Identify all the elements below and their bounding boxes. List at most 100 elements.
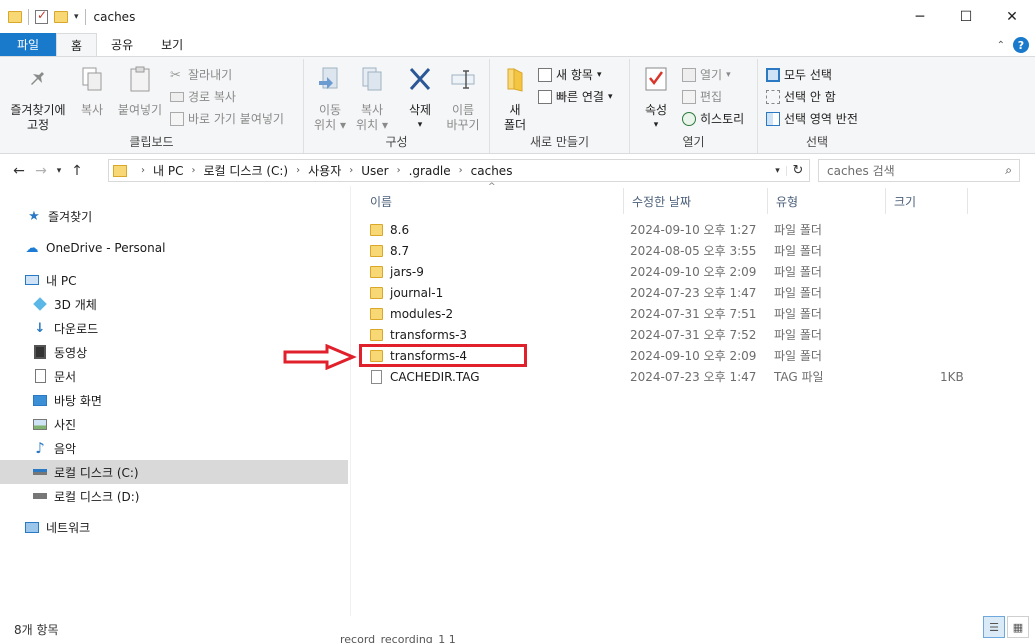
file-row[interactable]: modules-2 2024-07-31 오후 7:51 파일 폴더 [362, 303, 982, 324]
file-row[interactable]: 8.7 2024-08-05 오후 3:55 파일 폴더 [362, 240, 982, 261]
pane-splitter[interactable] [350, 186, 351, 616]
chevron-right-icon[interactable]: › [397, 165, 401, 176]
column-name[interactable]: 이름 [362, 188, 624, 214]
pin-to-quick-access-button[interactable]: 즐겨찾기에 고정 [6, 65, 70, 133]
chevron-right-icon[interactable]: › [459, 165, 463, 176]
quick-access-toolbar: ▾ [0, 8, 86, 25]
nav-item-network[interactable]: 네트워크 [0, 515, 348, 539]
nav-item-pictures[interactable]: 사진 [0, 412, 348, 436]
tab-view[interactable]: 보기 [147, 33, 197, 56]
delete-dropdown-icon[interactable]: ▾ [400, 118, 440, 133]
tab-share[interactable]: 공유 [97, 33, 147, 56]
refresh-icon[interactable]: ↻ [787, 163, 809, 178]
file-date-cell: 2024-07-23 오후 1:47 [630, 286, 757, 300]
select-all-button[interactable]: 모두 선택 [766, 66, 832, 83]
help-icon[interactable]: ? [1013, 37, 1029, 53]
minimize-button[interactable]: ─ [897, 0, 943, 33]
chevron-right-icon[interactable]: › [349, 165, 353, 176]
column-size[interactable]: 크기 [886, 188, 968, 214]
nav-item-desktop[interactable]: 바탕 화면 [0, 388, 348, 412]
paste-shortcut-button[interactable]: 바로 가기 붙여넣기 [170, 110, 284, 127]
file-row[interactable]: transforms-3 2024-07-31 오후 7:52 파일 폴더 [362, 324, 982, 345]
open-icon [682, 67, 696, 82]
file-row[interactable]: CACHEDIR.TAG 2024-07-23 오후 1:47 TAG 파일 1… [362, 366, 982, 387]
file-row[interactable]: journal-1 2024-07-23 오후 1:47 파일 폴더 [362, 282, 982, 303]
easy-access-button[interactable]: 빠른 연결 ▾ [538, 88, 613, 105]
chevron-right-icon[interactable]: › [296, 165, 300, 176]
document-icon [32, 369, 48, 383]
organize-group-label: 구성 [385, 135, 408, 149]
copy-to-label-2: 위치 ▾ [356, 118, 388, 132]
move-to-button[interactable]: 이동 위치 ▾ [310, 65, 350, 133]
select-none-button[interactable]: 선택 안 함 [766, 88, 836, 105]
desktop-icon [32, 393, 48, 407]
column-date-modified[interactable]: 수정한 날짜 [624, 188, 768, 214]
back-button[interactable]: ← [8, 163, 30, 179]
properties-button[interactable]: 속성 ▾ [636, 65, 676, 133]
search-placeholder: caches 검색 [827, 164, 895, 178]
edit-button[interactable]: 편집 [682, 88, 722, 105]
column-type[interactable]: 유형 [768, 188, 886, 214]
copy-button[interactable]: 복사 [74, 65, 110, 118]
edit-label: 편집 [700, 90, 723, 104]
nav-item-music[interactable]: ♪ 음악 [0, 436, 348, 460]
file-type-cell: 파일 폴더 [774, 244, 822, 258]
breadcrumb-gradle[interactable]: .gradle [409, 164, 451, 178]
organize-group: 이동 위치 ▾ 복사 위치 ▾ 삭제 ▾ 이름 바꾸기 구성 [304, 59, 490, 153]
properties-dropdown-icon[interactable]: ▾ [636, 118, 676, 133]
breadcrumb-my-pc[interactable]: 내 PC [153, 162, 183, 179]
breadcrumb-caches[interactable]: caches [471, 164, 513, 178]
expand-ribbon-icon[interactable]: ⌃ [997, 40, 1005, 51]
file-type-cell: 파일 폴더 [774, 307, 822, 321]
maximize-button[interactable]: ☐ [943, 0, 989, 33]
new-folder-button[interactable]: 새 폴더 [498, 65, 532, 133]
nav-item-local-disk-d[interactable]: 로컬 디스크 (D:) [0, 484, 348, 508]
file-row[interactable]: 8.6 2024-09-10 오후 1:27 파일 폴더 [362, 219, 982, 240]
music-icon: ♪ [35, 439, 45, 457]
nav-item-quick-access[interactable]: ★ 즐겨찾기 [0, 204, 348, 228]
new-item-button[interactable]: 새 항목 ▾ [538, 66, 601, 83]
nav-item-3d-objects[interactable]: 3D 개체 [0, 292, 348, 316]
new-folder-icon[interactable] [54, 10, 68, 23]
pin-label-1: 즐겨찾기에 [10, 103, 66, 117]
file-row[interactable]: jars-9 2024-09-10 오후 2:09 파일 폴더 [362, 261, 982, 282]
nav-item-onedrive[interactable]: ☁ OneDrive - Personal [0, 236, 348, 260]
invert-selection-button[interactable]: 선택 영역 반전 [766, 110, 858, 127]
chevron-right-icon: › [141, 165, 145, 176]
recent-locations-icon[interactable]: ▾ [52, 166, 66, 176]
copy-to-button[interactable]: 복사 위치 ▾ [352, 65, 392, 133]
large-icons-view-button[interactable]: ▦ [1007, 616, 1029, 638]
properties-icon[interactable] [35, 8, 48, 24]
nav-item-label: 바탕 화면 [54, 393, 102, 408]
customize-qat-icon[interactable]: ▾ [74, 12, 79, 22]
breadcrumb-user[interactable]: User [361, 164, 388, 178]
paste-button[interactable]: 붙여넣기 [114, 65, 166, 118]
tab-home[interactable]: 홈 [56, 33, 98, 56]
file-date-cell: 2024-07-31 오후 7:52 [630, 328, 757, 342]
nav-item-downloads[interactable]: ↓ 다운로드 [0, 316, 348, 340]
up-button[interactable]: ↑ [66, 163, 88, 179]
breadcrumb-users[interactable]: 사용자 [308, 162, 341, 179]
tab-file[interactable]: 파일 [0, 33, 56, 56]
delete-label: 삭제 [408, 103, 432, 117]
cut-button[interactable]: ✂ 잘라내기 [170, 66, 232, 83]
select-all-icon [766, 67, 780, 82]
chevron-down-icon: ▾ [726, 69, 731, 80]
details-view-button[interactable]: ☰ [983, 616, 1005, 638]
nav-item-local-disk-c[interactable]: 로컬 디스크 (C:) [0, 460, 348, 484]
address-history-dropdown[interactable]: ▾ [769, 165, 787, 176]
address-bar[interactable]: › 내 PC › 로컬 디스크 (C:) › 사용자 › User › .gra… [108, 159, 810, 182]
breadcrumb-local-disk-c[interactable]: 로컬 디스크 (C:) [203, 162, 288, 179]
paste-shortcut-label: 바로 가기 붙여넣기 [188, 112, 284, 126]
delete-button[interactable]: 삭제 ▾ [400, 65, 440, 133]
chevron-right-icon[interactable]: › [191, 165, 195, 176]
search-box[interactable]: caches 검색 ⌕ [818, 159, 1020, 182]
copy-path-button[interactable]: 경로 복사 [170, 88, 236, 105]
window-title: caches [93, 9, 136, 24]
close-button[interactable]: ✕ [989, 0, 1035, 33]
forward-button[interactable]: → [30, 163, 52, 179]
nav-item-this-pc[interactable]: 내 PC [0, 268, 348, 292]
open-button[interactable]: 열기 ▾ [682, 66, 731, 83]
history-button[interactable]: 히스토리 [682, 110, 744, 127]
rename-button[interactable]: 이름 바꾸기 [442, 65, 484, 133]
